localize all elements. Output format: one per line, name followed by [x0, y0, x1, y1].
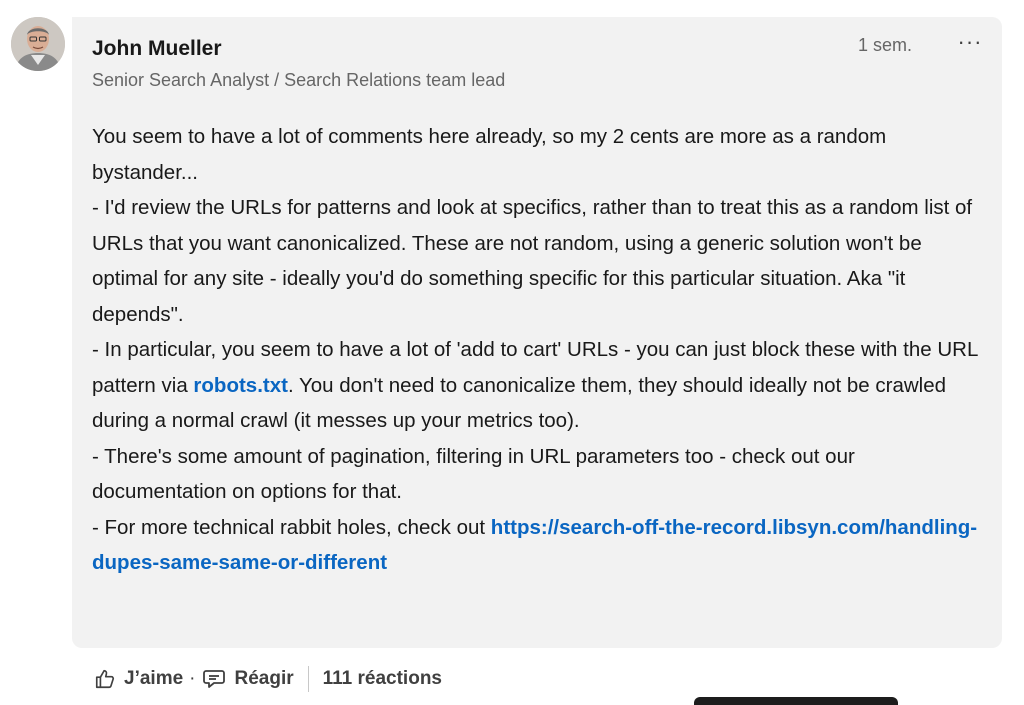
avatar[interactable] — [11, 17, 65, 71]
comment-icon — [203, 670, 226, 688]
author-headline: Senior Search Analyst / Search Relations… — [92, 70, 506, 90]
comment-paragraph: - For more technical rabbit holes, check… — [92, 510, 992, 581]
paragraph-text: - For more technical rabbit holes, check… — [92, 515, 491, 539]
separator-dot: · — [189, 668, 196, 689]
comment-paragraph: You seem to have a lot of comments here … — [92, 125, 887, 184]
reply-label: Réagir — [234, 668, 294, 689]
overlay-bar — [694, 697, 898, 705]
comment-actions: J’aime · Réagir 111 réactions — [94, 664, 442, 694]
reactions-count[interactable]: 111 réactions — [323, 668, 442, 690]
comment-body: You seem to have a lot of comments here … — [92, 119, 992, 581]
comment-paragraph: - There's some amount of pagination, fil… — [92, 444, 855, 504]
robots-txt-link[interactable]: robots.txt — [193, 374, 288, 397]
divider — [307, 666, 309, 692]
more-options-icon[interactable]: ··· — [950, 28, 990, 56]
thumbs-up-icon — [95, 669, 115, 689]
reply-button[interactable]: Réagir — [202, 668, 294, 690]
like-label: J’aime — [124, 668, 184, 689]
author-name[interactable]: John Mueller — [92, 37, 222, 61]
comment-paragraph: - I'd review the URLs for patterns and l… — [92, 196, 973, 326]
like-button[interactable]: J’aime — [94, 668, 183, 690]
comment-paragraph: - In particular, you seem to have a lot … — [92, 332, 992, 439]
timestamp: 1 sem. — [858, 35, 913, 55]
